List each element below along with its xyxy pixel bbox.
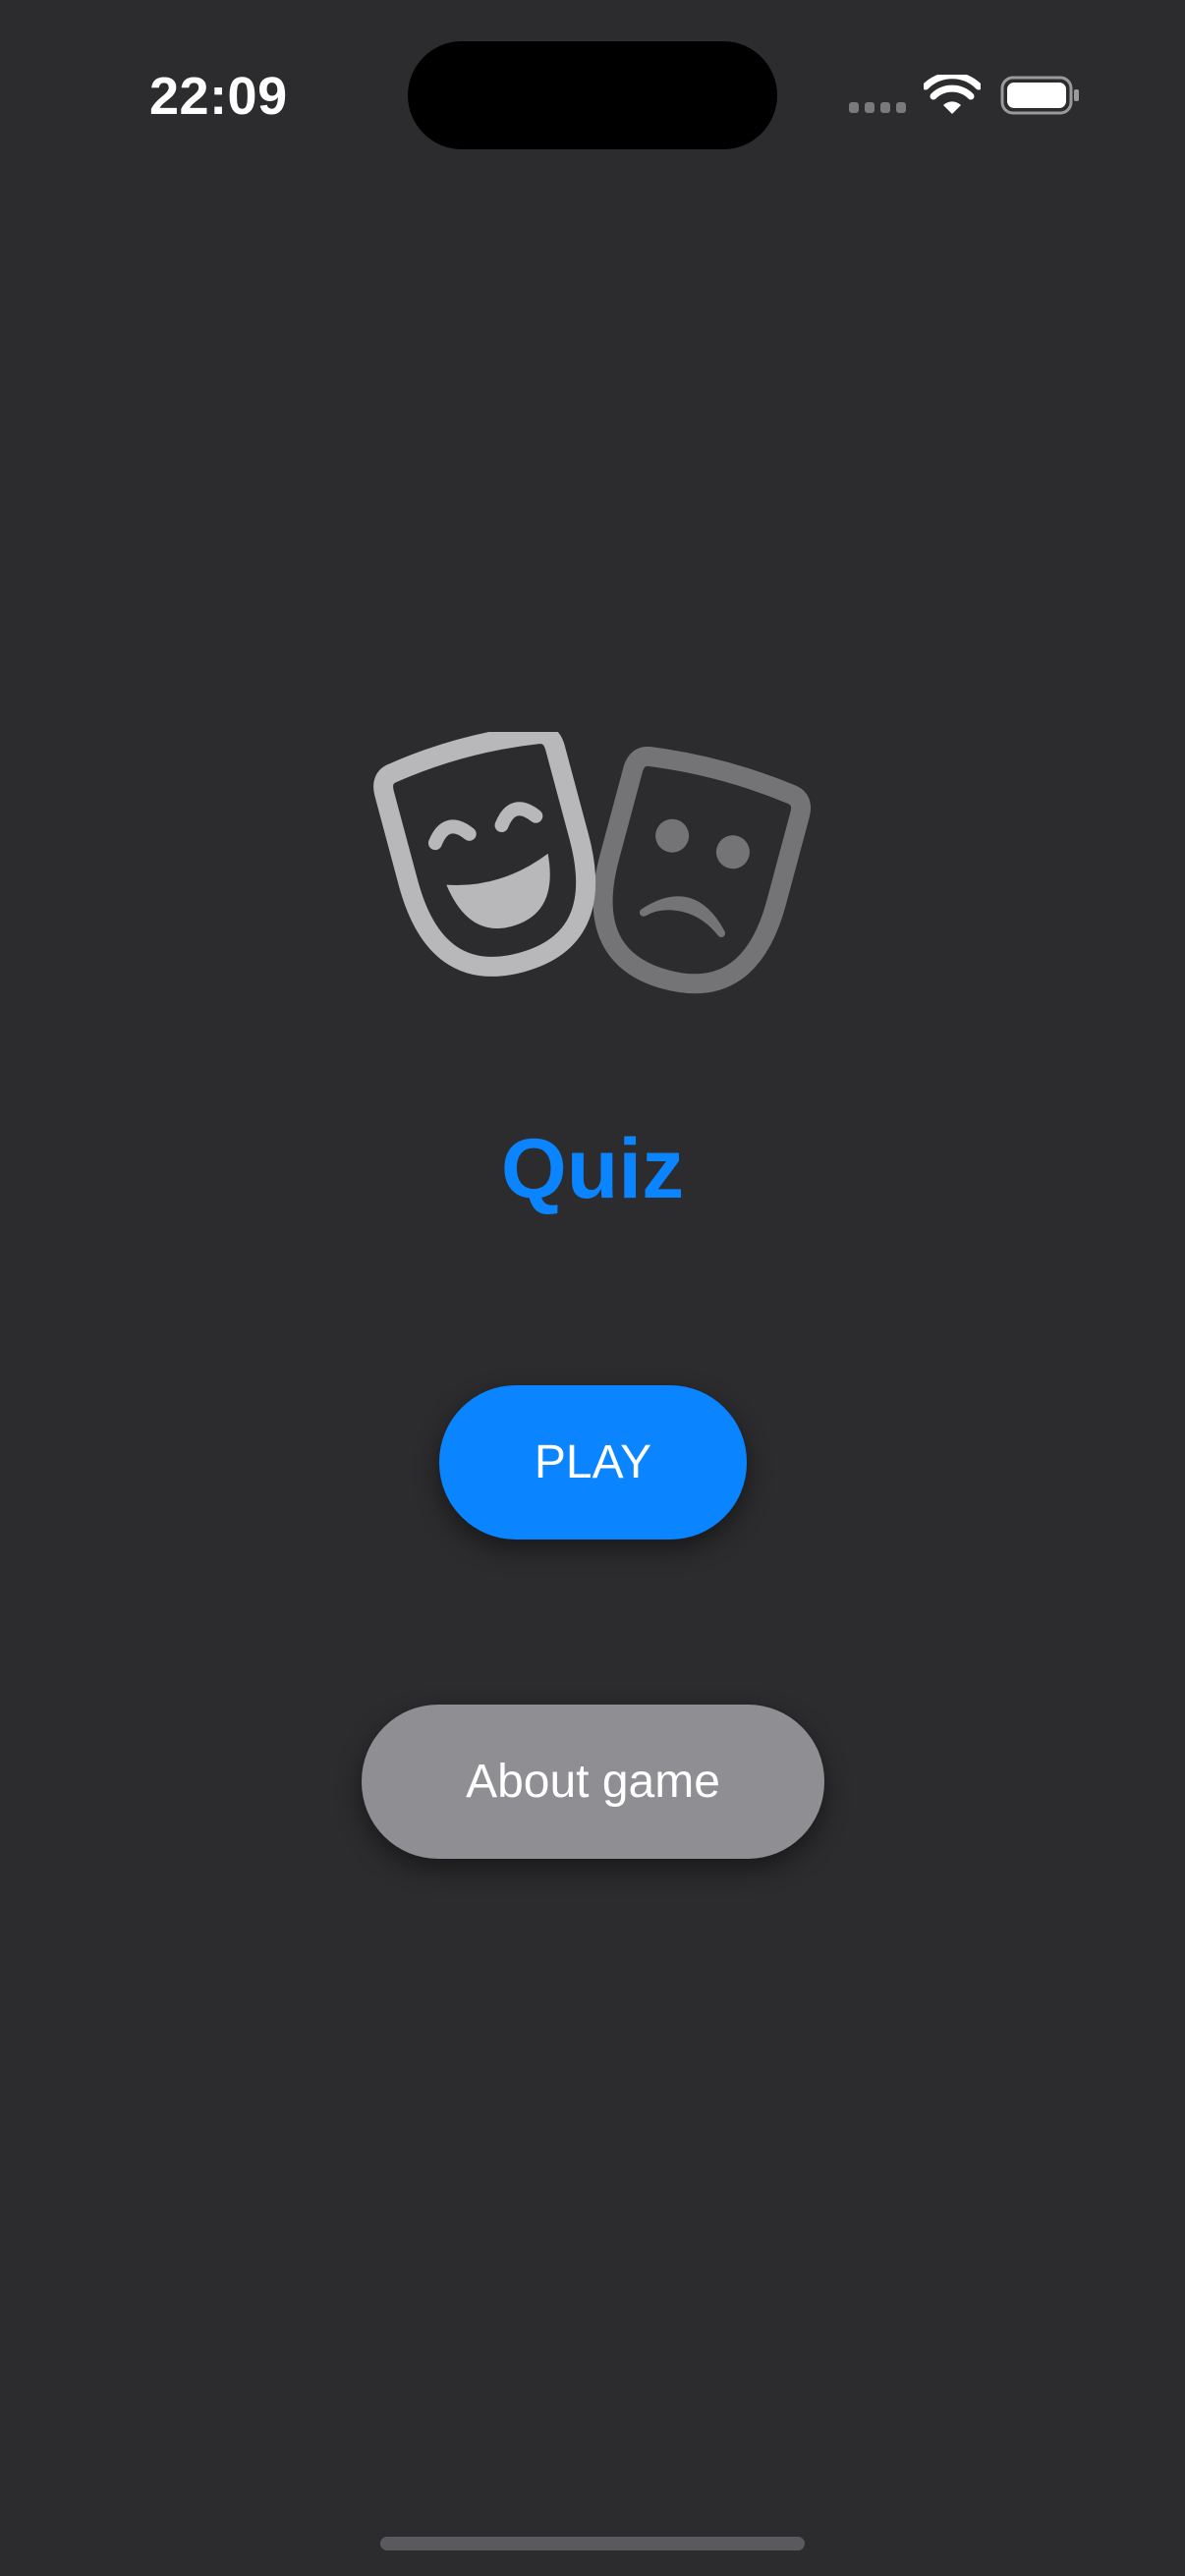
dynamic-island — [408, 41, 777, 149]
wifi-icon — [924, 75, 981, 114]
status-time: 22:09 — [149, 67, 288, 126]
status-bar: 22:09 — [0, 0, 1185, 187]
about-game-button-label: About game — [466, 1756, 720, 1808]
about-game-button[interactable]: About game — [362, 1705, 824, 1859]
theater-masks-icon — [373, 732, 812, 994]
home-indicator[interactable] — [380, 2537, 805, 2550]
battery-icon — [1000, 76, 1079, 115]
app-title: Quiz — [500, 1122, 685, 1216]
play-button-label: PLAY — [534, 1436, 652, 1488]
cellular-signal-icon — [849, 102, 908, 114]
play-button[interactable]: PLAY — [439, 1385, 747, 1540]
